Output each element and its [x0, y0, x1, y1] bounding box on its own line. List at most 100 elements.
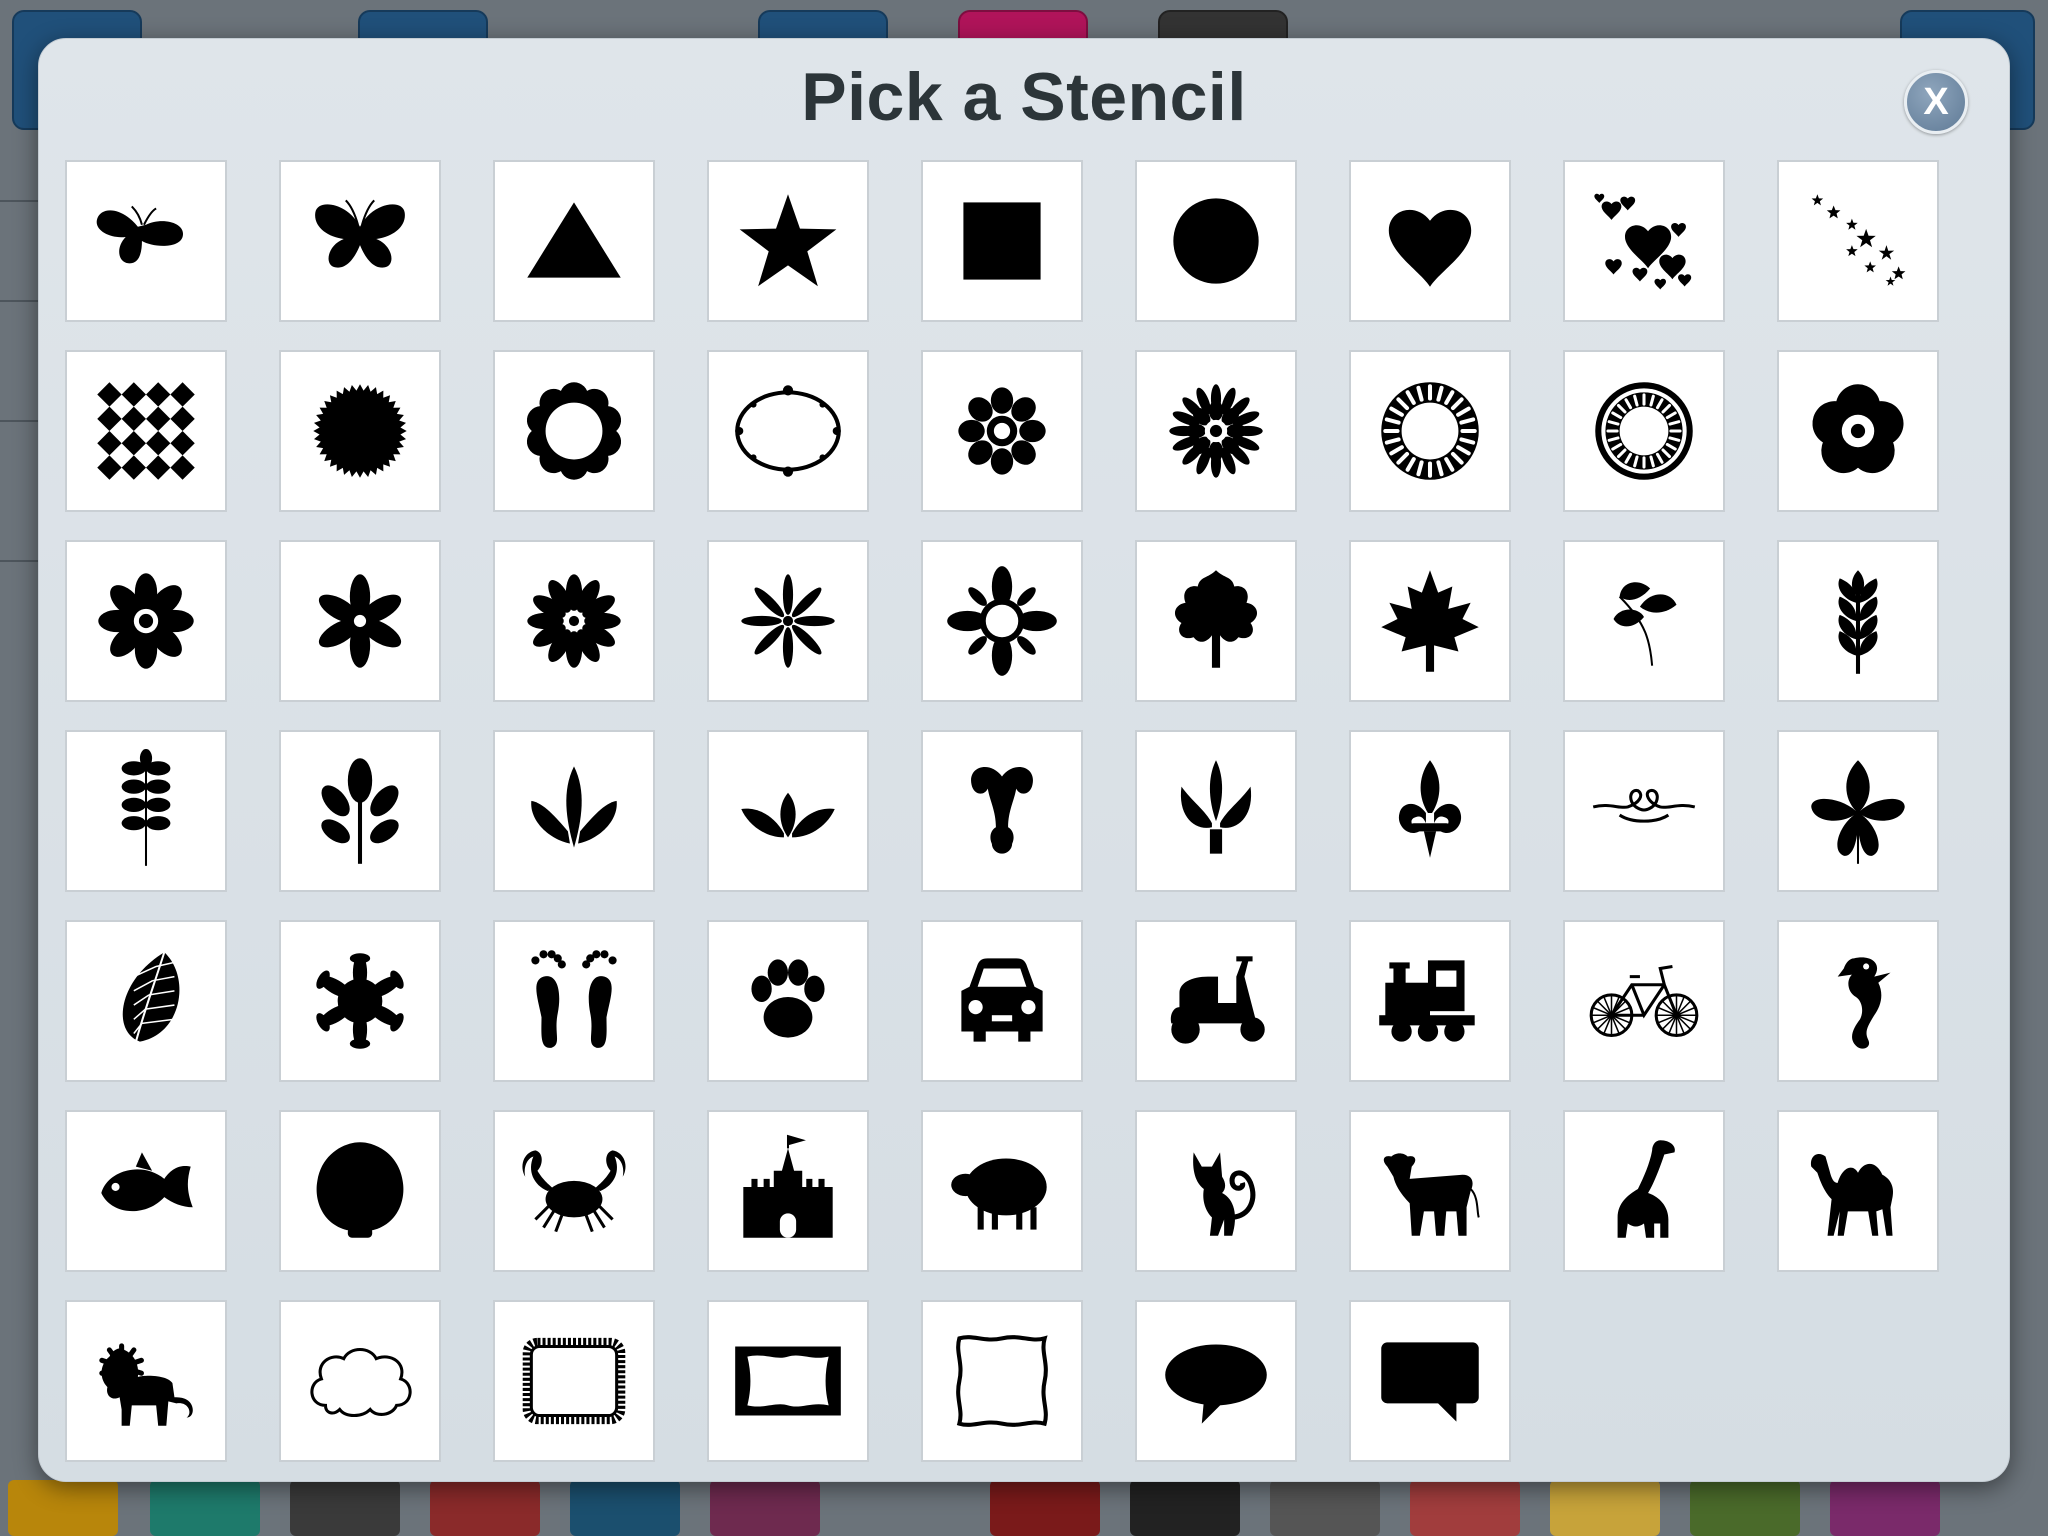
stencil-tile-scalloped-rectangle-frame[interactable]: [493, 1300, 655, 1462]
butterfly-icon: [315, 199, 405, 268]
stencil-tile-pansy-flower[interactable]: [1777, 350, 1939, 512]
stencil-tile-circle[interactable]: [1135, 160, 1297, 322]
stencil-tile-lotus-ornament[interactable]: [1135, 730, 1297, 892]
stencil-tile-wavy-rectangle-frame[interactable]: [707, 1300, 869, 1462]
wavy-square-frame-icon: [956, 1335, 1048, 1427]
close-button[interactable]: X: [1904, 70, 1968, 134]
stencil-tile-crab[interactable]: [493, 1110, 655, 1272]
stencil-tile-camel[interactable]: [1777, 1110, 1939, 1272]
stencil-tile-giraffe[interactable]: [1563, 1110, 1725, 1272]
stencil-tile-square[interactable]: [921, 160, 1083, 322]
pattern-tile: [8, 1480, 118, 1536]
stencil-tile-eight-petal-star-flower[interactable]: [707, 540, 869, 702]
stencil-tile-seahorse[interactable]: [1777, 920, 1939, 1082]
stencil-tile-maple-leaf[interactable]: [1349, 540, 1511, 702]
stencil-tile-fern-sprig[interactable]: [65, 730, 227, 892]
stencil-tile-paw-print[interactable]: [707, 920, 869, 1082]
stencil-tile-bicycle[interactable]: [1563, 920, 1725, 1082]
pattern-tile: [990, 1480, 1100, 1536]
stencil-tile-fleur-de-lis[interactable]: [1349, 730, 1511, 892]
stencil-tile-hearts-scatter[interactable]: [1563, 160, 1725, 322]
stencil-tile-footprints[interactable]: [493, 920, 655, 1082]
stencil-tile-six-petal-flower[interactable]: [279, 540, 441, 702]
stencil-tile-wheat-sprig[interactable]: [1777, 540, 1939, 702]
pattern-tile: [1550, 1480, 1660, 1536]
stencil-tile-butterfly-side[interactable]: [65, 160, 227, 322]
stencil-tile-castle[interactable]: [707, 1110, 869, 1272]
stencil-tile-cloud-frame[interactable]: [279, 1300, 441, 1462]
fern-sprig-icon: [121, 749, 171, 866]
stencil-tile-star[interactable]: [707, 160, 869, 322]
stencil-tile-sheep[interactable]: [921, 1110, 1083, 1272]
stencil-tile-snowflake[interactable]: [279, 920, 441, 1082]
fleur-sprout-icon: [531, 766, 617, 848]
pattern-tile: [1130, 1480, 1240, 1536]
stencil-tile-ornate-oval-frame[interactable]: [707, 350, 869, 512]
stencil-tile-veined-leaf[interactable]: [65, 920, 227, 1082]
lion-icon: [99, 1343, 193, 1426]
stencil-tile-mandala-ring[interactable]: [1563, 350, 1725, 512]
snowflake-medallion-icon: [947, 566, 1057, 676]
stencil-tile-sunburst-seal[interactable]: [279, 350, 441, 512]
stencil-tile-cat[interactable]: [1135, 1110, 1297, 1272]
five-leaf-branch-icon: [321, 758, 399, 864]
sunburst-seal-icon: [313, 384, 407, 478]
train-icon: [1379, 960, 1475, 1042]
flower-petals-icon: [958, 387, 1046, 475]
stencil-tile-fleur-sprout[interactable]: [493, 730, 655, 892]
star-icon: [739, 194, 837, 287]
ornamental-finial-icon: [971, 767, 1033, 854]
stencil-tile-snowflake-medallion[interactable]: [921, 540, 1083, 702]
eight-petal-star-flower-icon: [741, 574, 835, 668]
scalloped-rectangle-frame-icon: [522, 1337, 626, 1425]
maple-leaf-icon: [1381, 570, 1479, 672]
close-icon: X: [1923, 80, 1949, 123]
stencil-tile-three-leaf-sprig[interactable]: [1563, 540, 1725, 702]
pattern-tile: [1690, 1480, 1800, 1536]
giraffe-icon: [1617, 1140, 1675, 1238]
stencil-tile-train[interactable]: [1349, 920, 1511, 1082]
stencil-tile-scroll-flourish[interactable]: [1563, 730, 1725, 892]
stencil-tile-tulip-swoosh[interactable]: [707, 730, 869, 892]
stencil-tile-lion[interactable]: [65, 1300, 227, 1462]
stencil-tile-flower-petals[interactable]: [921, 350, 1083, 512]
stencil-tile-daisy[interactable]: [65, 540, 227, 702]
fish-icon: [101, 1152, 193, 1212]
wheat-sprig-icon: [1838, 570, 1878, 674]
stencil-tile-daisy-starburst[interactable]: [1135, 350, 1297, 512]
stars-scatter-icon: [1811, 194, 1906, 286]
square-icon: [963, 202, 1041, 280]
stencil-tile-cow[interactable]: [1349, 1110, 1511, 1272]
stencil-tile-car[interactable]: [921, 920, 1083, 1082]
stencil-tile-triangle[interactable]: [493, 160, 655, 322]
stencil-tile-wavy-square-frame[interactable]: [921, 1300, 1083, 1462]
stencil-tile-ring-of-petals[interactable]: [1349, 350, 1511, 512]
stencil-tile-speech-bubble-rect[interactable]: [1349, 1300, 1511, 1462]
stencil-tile-scalloped-circle[interactable]: [493, 350, 655, 512]
stencil-tile-butterfly[interactable]: [279, 160, 441, 322]
daisy-icon: [98, 573, 194, 669]
cow-icon: [1383, 1153, 1480, 1236]
stencil-tile-stars-scatter[interactable]: [1777, 160, 1939, 322]
circle-icon: [1173, 198, 1259, 284]
divider: [0, 560, 40, 562]
stencil-tile-five-leaf-branch[interactable]: [279, 730, 441, 892]
stencil-tile-seashell[interactable]: [279, 1110, 441, 1272]
pattern-tile: [710, 1480, 820, 1536]
stencil-tile-heart[interactable]: [1349, 160, 1511, 322]
hearts-scatter-icon: [1594, 193, 1692, 290]
stencil-tile-oak-leaf[interactable]: [1135, 540, 1297, 702]
divider: [0, 300, 40, 302]
divider: [0, 200, 40, 202]
stencil-tile-ornamental-finial[interactable]: [921, 730, 1083, 892]
stencil-tile-speech-bubble-oval[interactable]: [1135, 1300, 1297, 1462]
stencil-tile-diamond-pattern[interactable]: [65, 350, 227, 512]
stencil-tile-chrysanthemum[interactable]: [493, 540, 655, 702]
crab-icon: [522, 1150, 626, 1233]
chrysanthemum-icon: [527, 574, 621, 668]
paw-print-icon: [751, 959, 825, 1038]
stencil-tile-chestnut-leaf[interactable]: [1777, 730, 1939, 892]
scroll-flourish-icon: [1592, 789, 1696, 823]
stencil-tile-fish[interactable]: [65, 1110, 227, 1272]
stencil-tile-scooter[interactable]: [1135, 920, 1297, 1082]
